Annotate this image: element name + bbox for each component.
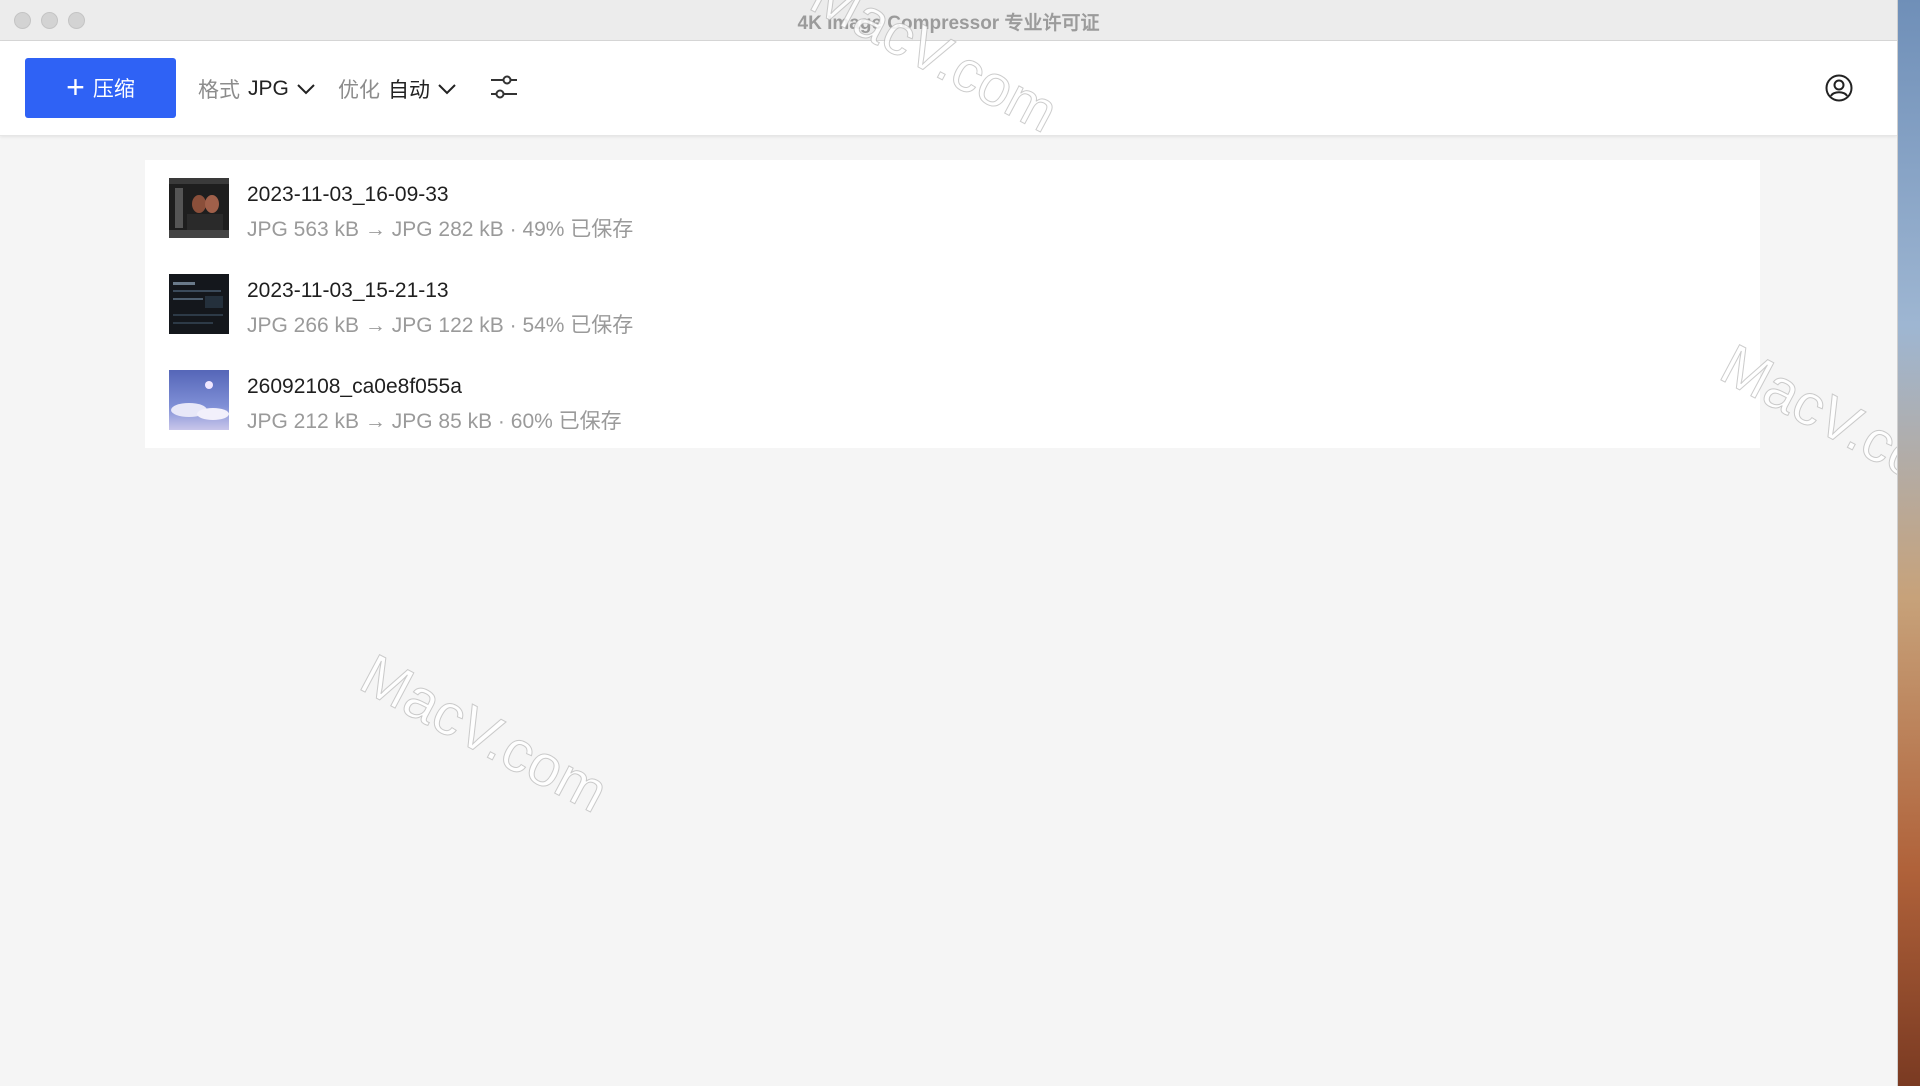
- optimize-value: 自动: [388, 79, 430, 102]
- file-name: 2023-11-03_15-21-13: [247, 279, 449, 302]
- file-thumbnail: [169, 178, 229, 238]
- chevron-down-icon: [297, 84, 315, 95]
- compress-button-label: 压缩: [92, 78, 135, 101]
- watermark: MacV.com: [350, 641, 619, 826]
- window-title: 4K Image Compressor 专业许可证: [797, 13, 1100, 34]
- title-bar: 4K Image Compressor 专业许可证: [0, 0, 1897, 41]
- compress-button[interactable]: + 压缩: [25, 58, 176, 118]
- format-dropdown[interactable]: 格式 JPG: [198, 74, 315, 104]
- file-compression-info: JPG 266 kB → JPG 122 kB · 54% 已保存: [247, 314, 634, 337]
- file-thumbnail: [169, 370, 229, 430]
- toolbar: + 压缩 格式 JPG 优化 自动: [0, 41, 1897, 136]
- account-icon[interactable]: [1824, 73, 1854, 103]
- plus-icon: +: [66, 68, 85, 105]
- app-window: 4K Image Compressor 专业许可证 + 压缩 格式 JPG 优化…: [0, 0, 1898, 1086]
- file-compression-info: JPG 563 kB → JPG 282 kB · 49% 已保存: [247, 218, 634, 241]
- file-compression-info: JPG 212 kB → JPG 85 kB · 60% 已保存: [247, 410, 622, 433]
- format-label: 格式: [198, 79, 240, 102]
- optimize-label: 优化: [338, 79, 380, 102]
- format-value: JPG: [248, 77, 289, 100]
- file-list: 2023-11-03_16-09-33 JPG 563 kB → JPG 282…: [145, 160, 1760, 448]
- list-item[interactable]: 2023-11-03_16-09-33 JPG 563 kB → JPG 282…: [169, 178, 1729, 241]
- settings-sliders-icon[interactable]: [488, 71, 520, 103]
- file-name: 2023-11-03_16-09-33: [247, 183, 449, 206]
- file-name: 26092108_ca0e8f055a: [247, 375, 462, 398]
- file-thumbnail: [169, 274, 229, 334]
- chevron-down-icon: [438, 84, 456, 95]
- list-item[interactable]: 2023-11-03_15-21-13 JPG 266 kB → JPG 122…: [169, 274, 1729, 337]
- optimize-dropdown[interactable]: 优化 自动: [338, 74, 456, 104]
- list-item[interactable]: 26092108_ca0e8f055a JPG 212 kB → JPG 85 …: [169, 370, 1729, 433]
